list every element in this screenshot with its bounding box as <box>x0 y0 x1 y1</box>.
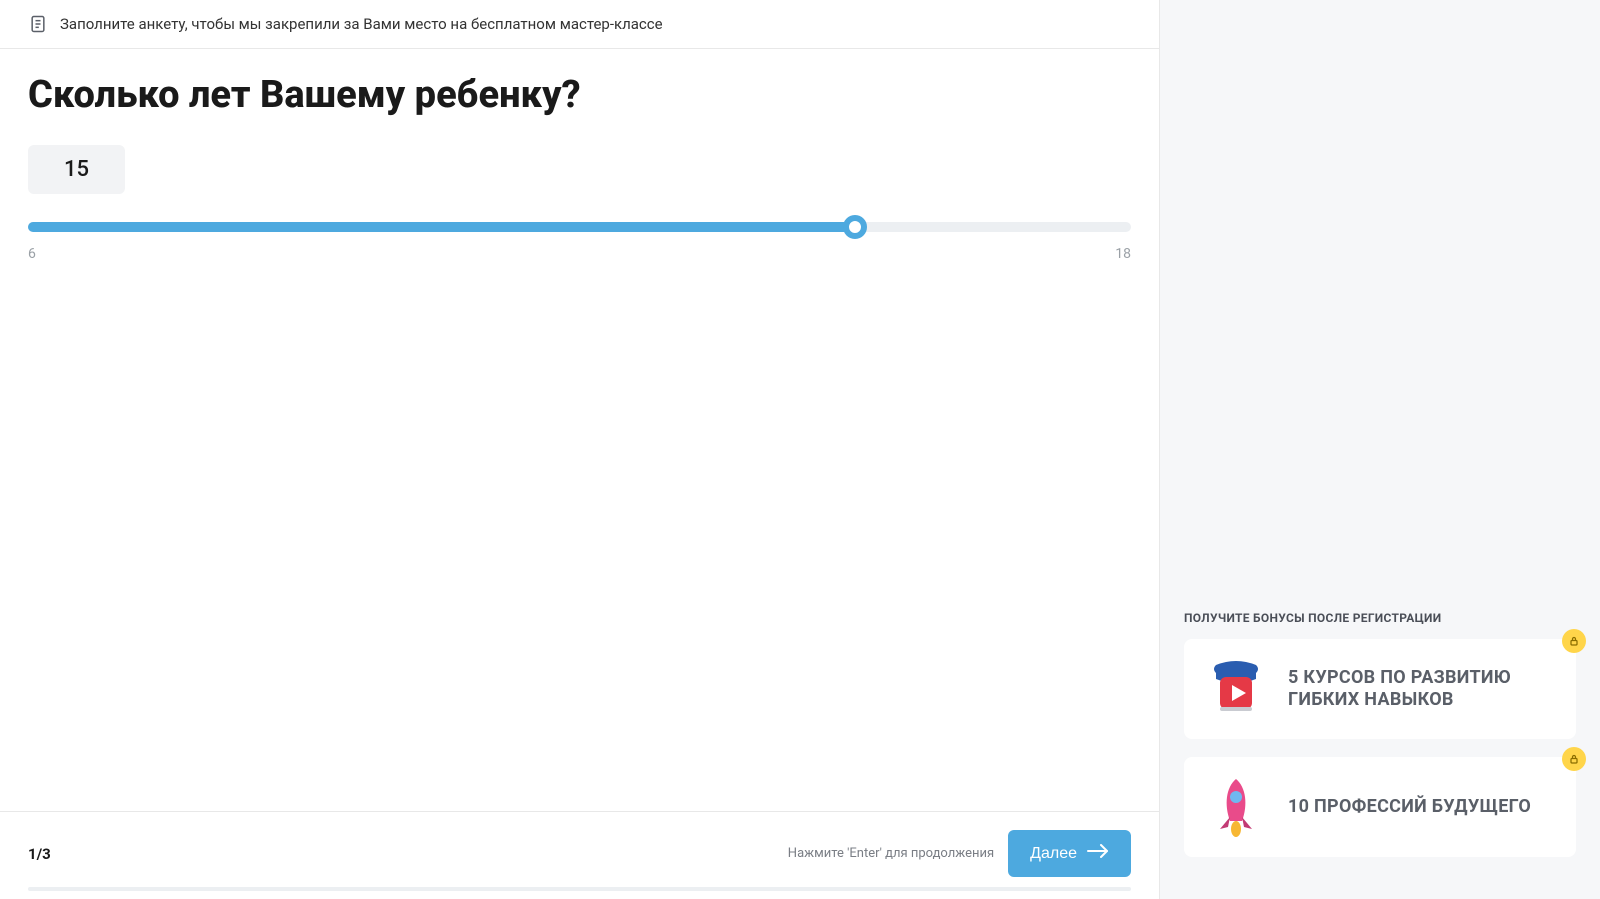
footer: 1/3 Нажмите 'Enter' для продолжения Дале… <box>0 811 1159 899</box>
slider-min-label: 6 <box>28 246 36 262</box>
arrow-right-icon <box>1087 844 1109 863</box>
sidebar: ПОЛУЧИТЕ БОНУСЫ ПОСЛЕ РЕГИСТРАЦИИ 5 КУРС… <box>1160 0 1600 899</box>
step-counter: 1/3 <box>28 845 51 863</box>
media-play-icon <box>1202 655 1270 723</box>
bonus-card-text: 5 КУРСОВ ПО РАЗВИТИЮ ГИБКИХ НАВЫКОВ <box>1288 667 1558 712</box>
enter-hint: Нажмите 'Enter' для продолжения <box>788 846 994 861</box>
age-slider[interactable] <box>28 222 1131 232</box>
lock-icon <box>1562 629 1586 653</box>
slider-fill <box>28 222 855 232</box>
bonus-card-text: 10 ПРОФЕССИЙ БУДУЩЕГО <box>1288 796 1531 819</box>
bonus-card-professions: 10 ПРОФЕССИЙ БУДУЩЕГО <box>1184 757 1576 857</box>
bonus-heading: ПОЛУЧИТЕ БОНУСЫ ПОСЛЕ РЕГИСТРАЦИИ <box>1184 611 1576 625</box>
question-title: Сколько лет Вашему ребенку? <box>28 73 1131 117</box>
form-icon <box>28 14 48 34</box>
progress-bar <box>28 887 1131 891</box>
slider-track <box>28 222 1131 232</box>
header-instruction: Заполните анкету, чтобы мы закрепили за … <box>60 15 663 33</box>
next-button-label: Далее <box>1030 845 1077 863</box>
next-button[interactable]: Далее <box>1008 830 1131 877</box>
slider-max-label: 18 <box>1115 246 1131 262</box>
rocket-icon <box>1202 773 1270 841</box>
header-bar: Заполните анкету, чтобы мы закрепили за … <box>0 0 1159 49</box>
slider-thumb[interactable] <box>843 215 867 239</box>
lock-icon <box>1562 747 1586 771</box>
age-value-display: 15 <box>28 145 125 194</box>
slider-labels: 6 18 <box>28 246 1131 262</box>
bonus-card-courses: 5 КУРСОВ ПО РАЗВИТИЮ ГИБКИХ НАВЫКОВ <box>1184 639 1576 739</box>
